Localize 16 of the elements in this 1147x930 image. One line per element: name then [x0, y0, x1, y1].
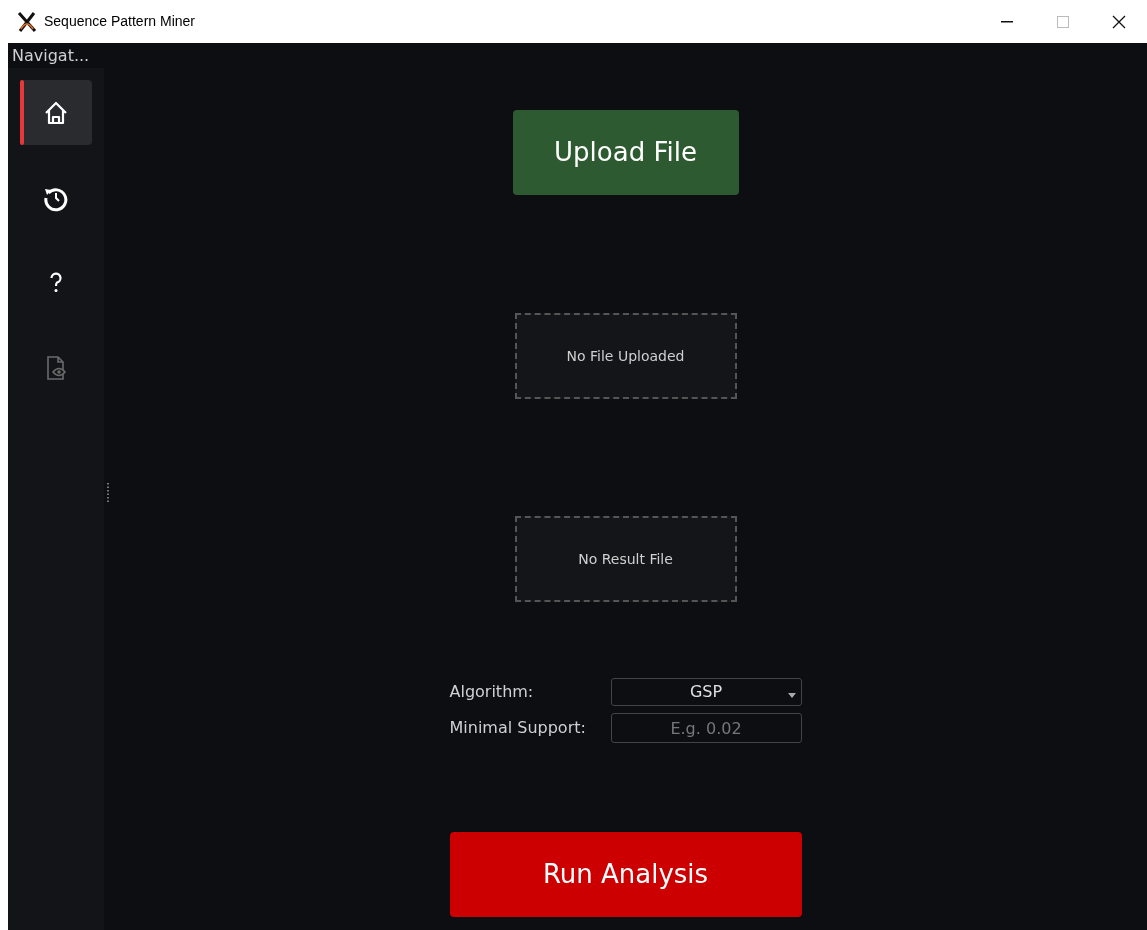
algorithm-dropdown[interactable]: GSP: [610, 678, 802, 706]
close-icon: [1112, 14, 1126, 29]
minimal-support-label: Minimal Support:: [449, 717, 587, 739]
run-analysis-button[interactable]: Run Analysis: [449, 832, 802, 917]
dropdown-caret-icon: [787, 693, 796, 698]
maximize-icon: [1057, 15, 1069, 28]
upload-file-button[interactable]: Upload File: [512, 110, 739, 195]
algorithm-label: Algorithm:: [449, 681, 535, 703]
uploaded-file-status: No File Uploaded: [566, 346, 685, 366]
window-title: Sequence Pattern Miner: [44, 12, 195, 31]
app-logo-icon: [16, 10, 38, 33]
result-file-status: No Result File: [578, 549, 673, 569]
minimize-icon: [1001, 20, 1013, 23]
splitter-handle-icon[interactable]: [107, 483, 109, 503]
sidebar-item[interactable]: [20, 80, 92, 145]
minimal-support-field[interactable]: E.g. 0.02: [610, 713, 802, 743]
